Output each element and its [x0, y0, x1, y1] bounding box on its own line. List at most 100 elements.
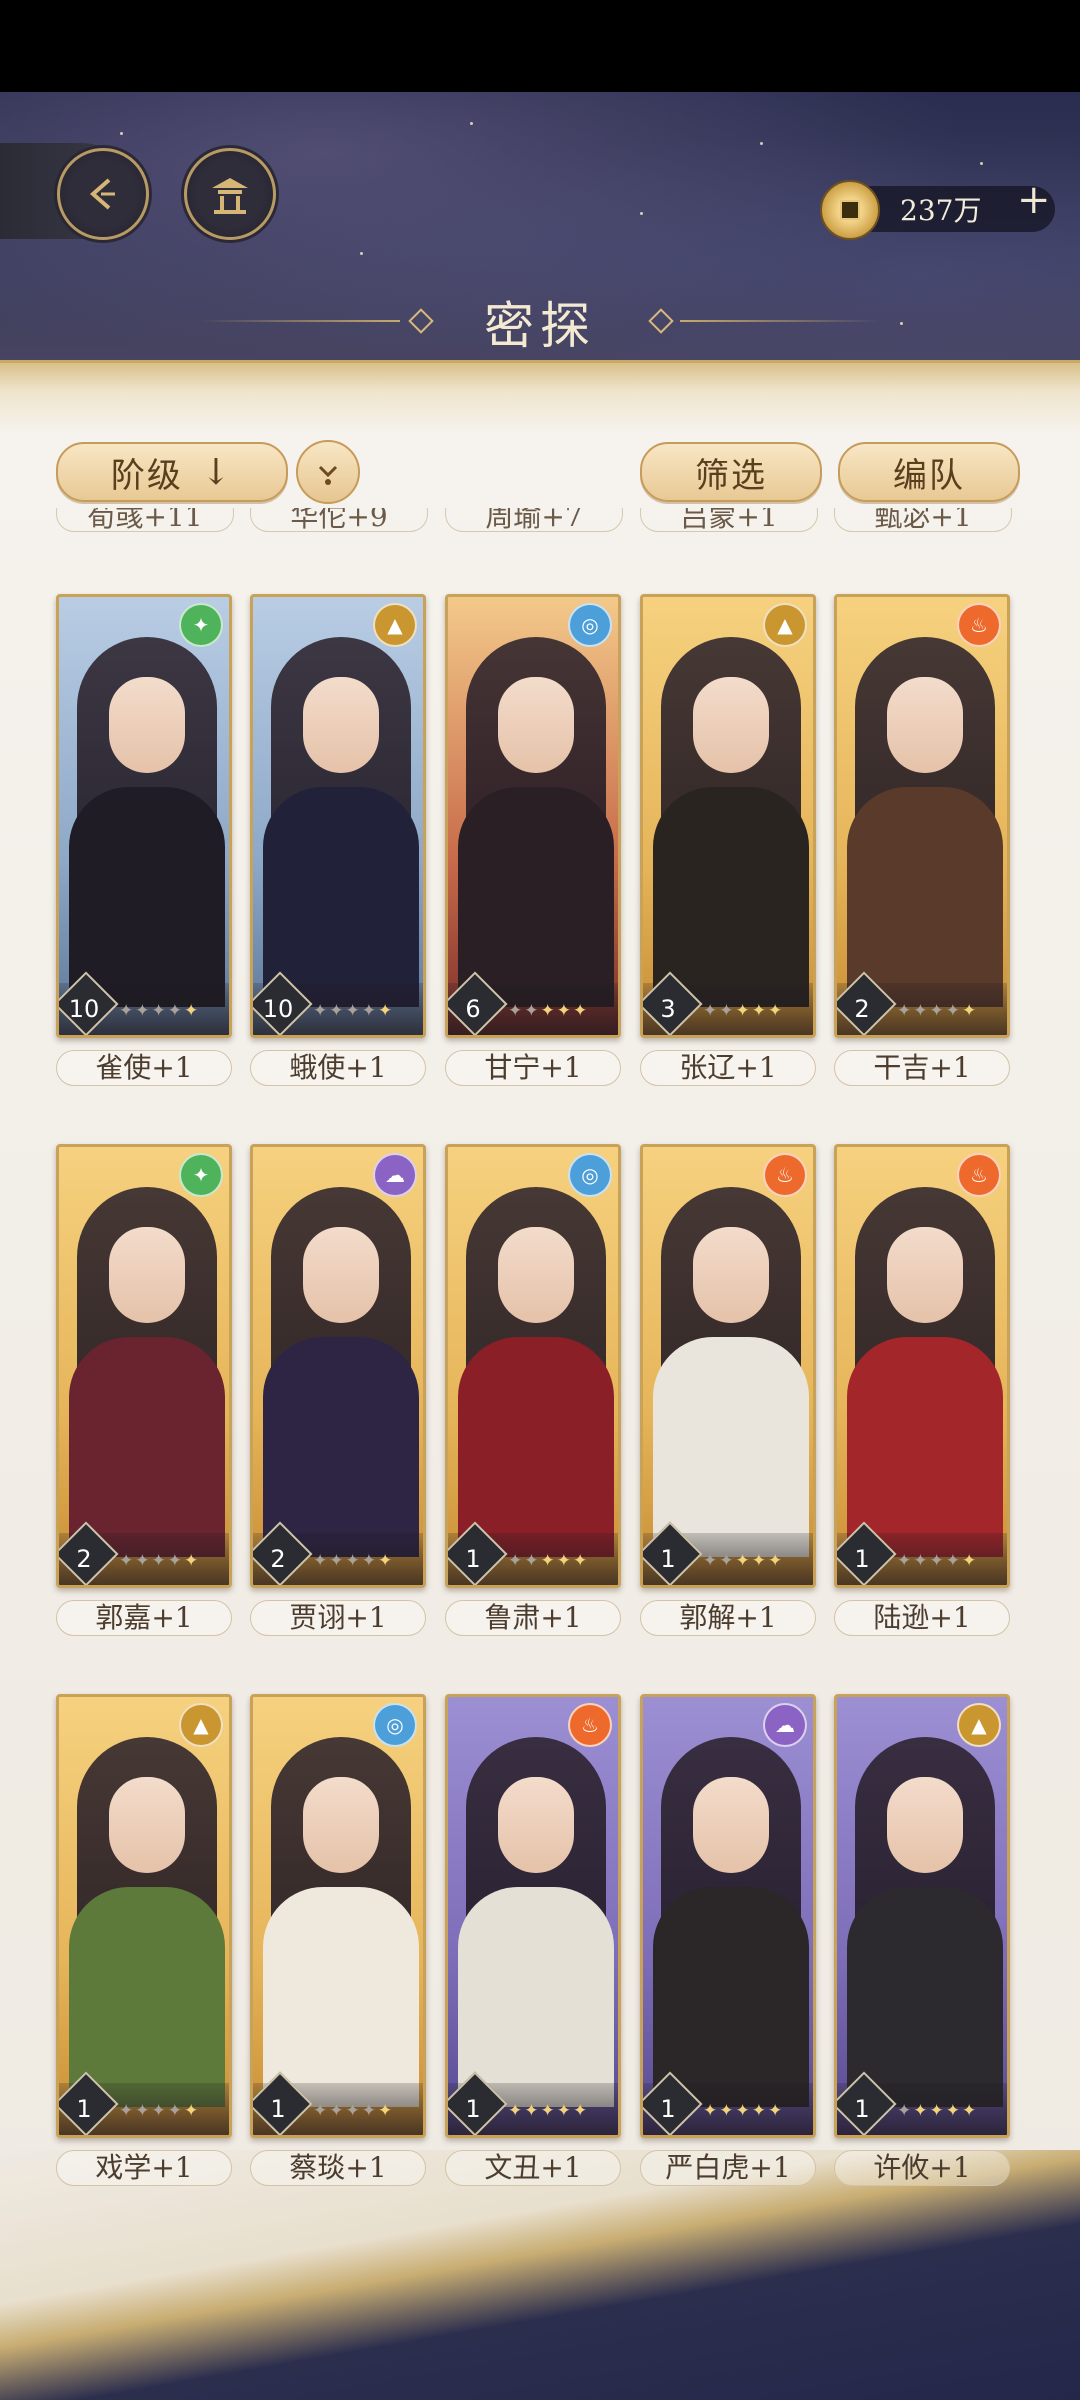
sort-by-rank-button[interactable]: 阶级 ↓	[56, 442, 288, 502]
star-icon: ✦	[329, 2101, 346, 2121]
star-icon: ✦	[345, 1551, 362, 1571]
sort-direction-icon: ↓	[200, 451, 234, 493]
star-icon: ✦	[135, 1001, 152, 1021]
star-rating: ✦✦✦✦✦	[703, 1551, 784, 1571]
add-currency-button[interactable]: +	[1017, 180, 1051, 220]
level-number: 2	[270, 1545, 286, 1573]
star-icon: ✦	[524, 2101, 541, 2121]
level-number: 1	[270, 2095, 286, 2123]
character-face	[693, 1777, 769, 1873]
character-face	[693, 677, 769, 773]
character-face	[693, 1227, 769, 1323]
character-face	[109, 1227, 185, 1323]
sort-order-toggle[interactable]	[296, 440, 360, 504]
character-name: 戏学+1	[56, 2150, 232, 2186]
back-button[interactable]	[57, 148, 149, 240]
star-icon: ✦	[135, 1551, 152, 1571]
character-card[interactable]: ✦ 10 ✦✦✦✦✦	[56, 594, 232, 1038]
status-bar	[0, 0, 1080, 92]
character-name: 文丑+1	[445, 2150, 621, 2186]
character-robe	[847, 1887, 1003, 2107]
character-name: 张辽+1	[640, 1050, 816, 1086]
star-icon: ✦	[361, 1001, 378, 1021]
star-icon: ✦	[313, 1001, 330, 1021]
star-icon: ✦	[735, 2101, 752, 2121]
sort-label: 阶级	[110, 455, 183, 496]
star-icon: ✦	[508, 2101, 525, 2121]
level-number: 2	[76, 1545, 92, 1573]
star-icon: ✦	[524, 1551, 541, 1571]
character-card[interactable]: ☁ 2 ✦✦✦✦✦	[250, 1144, 426, 1588]
level-number: 10	[68, 995, 100, 1023]
character-card[interactable]: ◎ 6 ✦✦✦✦✦	[445, 594, 621, 1038]
character-card[interactable]: ✦ 2 ✦✦✦✦✦	[56, 1144, 232, 1588]
star-icon: ✦	[151, 1001, 168, 1021]
star-rating: ✦✦✦✦✦	[119, 1001, 200, 1021]
character-card[interactable]: ▲ 10 ✦✦✦✦✦	[250, 594, 426, 1038]
character-face	[498, 1777, 574, 1873]
character-name: 贾诩+1	[250, 1600, 426, 1636]
character-card[interactable]: ♨ 1 ✦✦✦✦✦	[640, 1144, 816, 1588]
level-number: 1	[465, 2095, 481, 2123]
team-button[interactable]: 编队	[838, 442, 1020, 502]
title-row: 密探	[0, 286, 1080, 356]
orange-element-icon: ♨	[957, 603, 1001, 647]
purple-element-icon: ☁	[763, 1703, 807, 1747]
character-card[interactable]: ◎ 1 ✦✦✦✦✦	[445, 1144, 621, 1588]
purple-element-icon: ☁	[373, 1153, 417, 1197]
character-card[interactable]: ◎ 1 ✦✦✦✦✦	[250, 1694, 426, 2138]
character-face	[887, 1777, 963, 1873]
gold-element-icon: ▲	[179, 1703, 223, 1747]
star-icon: ✦	[703, 1551, 720, 1571]
filter-button[interactable]: 筛选	[640, 442, 822, 502]
star-icon: ✦	[524, 1001, 541, 1021]
level-number: 1	[854, 1545, 870, 1573]
star-icon: ✦	[897, 1001, 914, 1021]
character-card[interactable]: ▲ 1 ✦✦✦✦✦	[56, 1694, 232, 2138]
star-icon: ✦	[929, 2101, 946, 2121]
star-icon: ✦	[313, 1551, 330, 1571]
star-icon: ✦	[751, 1551, 768, 1571]
character-card[interactable]: ▲ 1 ✦✦✦✦✦	[834, 1694, 1010, 2138]
character-name: 许攸+1	[834, 2150, 1010, 2186]
bottom-ornament	[0, 2150, 1080, 2400]
character-robe	[847, 1337, 1003, 1557]
currency-amount: 237万	[900, 194, 982, 227]
back-arrow-icon	[89, 178, 115, 210]
character-robe	[69, 1337, 225, 1557]
star-icon: ✦	[897, 2101, 914, 2121]
star-icon: ✦	[703, 2101, 720, 2121]
star-icon: ✦	[719, 2101, 736, 2121]
star-icon: ✦	[508, 1001, 525, 1021]
star-icon: ✦	[897, 1551, 914, 1571]
character-card[interactable]: ♨ 1 ✦✦✦✦✦	[445, 1694, 621, 2138]
list-item-label: 甄宓+1	[834, 508, 1012, 533]
star-icon: ✦	[167, 2101, 184, 2121]
pavilion-button[interactable]	[184, 148, 276, 240]
character-card[interactable]: ☁ 1 ✦✦✦✦✦	[640, 1694, 816, 2138]
character-name: 郭嘉+1	[56, 1600, 232, 1636]
star-icon: ✦	[378, 2101, 395, 2121]
star-icon: ✦	[735, 1551, 752, 1571]
gold-element-icon: ▲	[373, 603, 417, 647]
character-card[interactable]: ▲ 3 ✦✦✦✦✦	[640, 594, 816, 1038]
star-icon: ✦	[962, 1001, 979, 1021]
character-robe	[653, 1337, 809, 1557]
star-icon: ✦	[573, 2101, 590, 2121]
star-rating: ✦✦✦✦✦	[313, 2101, 394, 2121]
star-icon: ✦	[945, 1001, 962, 1021]
star-rating: ✦✦✦✦✦	[703, 2101, 784, 2121]
star-icon: ✦	[962, 1551, 979, 1571]
green-element-icon: ✦	[179, 1153, 223, 1197]
star-icon: ✦	[556, 1001, 573, 1021]
star-icon: ✦	[556, 1551, 573, 1571]
star-icon: ✦	[719, 1001, 736, 1021]
character-robe	[458, 1337, 614, 1557]
star-rating: ✦✦✦✦✦	[897, 1001, 978, 1021]
star-icon: ✦	[167, 1001, 184, 1021]
star-icon: ✦	[768, 1001, 785, 1021]
list-item-label: 华佗+9	[250, 508, 428, 533]
character-card[interactable]: ♨ 1 ✦✦✦✦✦	[834, 1144, 1010, 1588]
star-icon: ✦	[556, 2101, 573, 2121]
character-card[interactable]: ♨ 2 ✦✦✦✦✦	[834, 594, 1010, 1038]
